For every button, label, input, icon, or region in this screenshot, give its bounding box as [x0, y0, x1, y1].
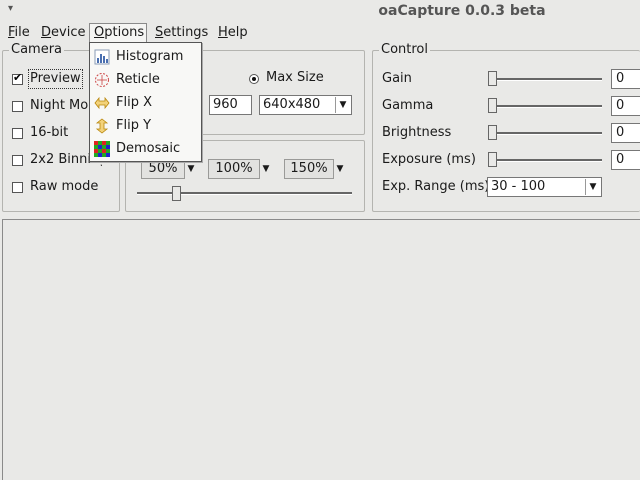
max-size-radio[interactable]	[249, 74, 259, 84]
resolution-select[interactable]: 640x480 ▼	[259, 95, 352, 115]
chevron-down-icon: ▼	[335, 97, 350, 113]
control-group-title: Control	[379, 42, 430, 57]
menu-file[interactable]: File	[4, 23, 34, 43]
zoom-150-dropdown-icon[interactable]: ▼	[334, 159, 346, 179]
zoom-100-button[interactable]: 100%	[208, 159, 260, 179]
exp-range-label: Exp. Range (ms)	[382, 179, 490, 194]
zoom-slider-track[interactable]	[137, 192, 352, 195]
camera-group-title: Camera	[9, 42, 65, 57]
gain-slider-track[interactable]	[489, 78, 602, 81]
resolution-value: 640x480	[263, 97, 321, 112]
height-input[interactable]: 960	[209, 95, 252, 115]
preview-area[interactable]	[2, 219, 640, 480]
exposure-label: Exposure (ms)	[382, 152, 476, 167]
gamma-value[interactable]: 0	[611, 96, 640, 116]
menu-options[interactable]: Options	[89, 23, 147, 43]
preview-label[interactable]: Preview	[28, 69, 83, 89]
zoom-150-button[interactable]: 150%	[284, 159, 334, 179]
zoom-slider-handle[interactable]	[172, 186, 181, 201]
exp-range-select[interactable]: 30 - 100 ▼	[487, 177, 602, 197]
night-mode-checkbox[interactable]	[12, 101, 23, 112]
chevron-down-icon: ▼	[585, 179, 600, 195]
menu-item-flip-x[interactable]: Flip X	[90, 91, 201, 114]
menu-item-histogram[interactable]: Histogram	[90, 45, 201, 68]
flip-x-icon	[94, 96, 110, 110]
gamma-label: Gamma	[382, 98, 434, 113]
histogram-icon	[94, 49, 110, 65]
max-size-label[interactable]: Max Size	[266, 70, 324, 86]
16bit-checkbox[interactable]	[12, 128, 23, 139]
gain-slider-handle[interactable]	[488, 71, 497, 86]
demosaic-icon	[94, 141, 110, 157]
menu-item-reticle[interactable]: Reticle	[90, 68, 201, 91]
gamma-slider-handle[interactable]	[488, 98, 497, 113]
title-bar: ▾ oaCapture 0.0.3 beta	[0, 0, 640, 24]
gain-label: Gain	[382, 71, 412, 86]
menubar: File Device Options Settings Help	[0, 23, 640, 44]
16bit-label[interactable]: 16-bit	[30, 125, 68, 141]
raw-mode-label[interactable]: Raw mode	[30, 179, 98, 195]
brightness-label: Brightness	[382, 125, 452, 140]
reticle-icon	[95, 73, 109, 87]
menu-device[interactable]: Device	[37, 23, 89, 43]
window-title: oaCapture 0.0.3 beta	[378, 3, 546, 19]
binning-checkbox[interactable]	[12, 155, 23, 166]
zoom-100-dropdown-icon[interactable]: ▼	[260, 159, 272, 179]
gain-value[interactable]: 0	[611, 69, 640, 89]
exposure-slider-track[interactable]	[489, 159, 602, 162]
brightness-value[interactable]: 0	[611, 123, 640, 143]
gamma-slider-track[interactable]	[489, 105, 602, 108]
brightness-slider-handle[interactable]	[488, 125, 497, 140]
exposure-value[interactable]: 0	[611, 150, 640, 170]
options-dropdown-menu: Histogram Reticle Flip X Flip Y Demosaic	[89, 42, 202, 162]
menu-settings[interactable]: Settings	[151, 23, 212, 43]
exp-range-value: 30 - 100	[491, 179, 546, 194]
menu-help[interactable]: Help	[214, 23, 252, 43]
brightness-slider-track[interactable]	[489, 132, 602, 135]
menu-item-flip-y[interactable]: Flip Y	[90, 114, 201, 137]
preview-checkbox[interactable]	[12, 71, 23, 85]
menu-item-demosaic[interactable]: Demosaic	[90, 137, 201, 160]
zoom-50-button[interactable]: 50%	[141, 159, 185, 179]
flip-y-icon	[95, 118, 109, 134]
raw-mode-checkbox[interactable]	[12, 182, 23, 193]
zoom-50-dropdown-icon[interactable]: ▼	[185, 159, 197, 179]
exposure-slider-handle[interactable]	[488, 152, 497, 167]
